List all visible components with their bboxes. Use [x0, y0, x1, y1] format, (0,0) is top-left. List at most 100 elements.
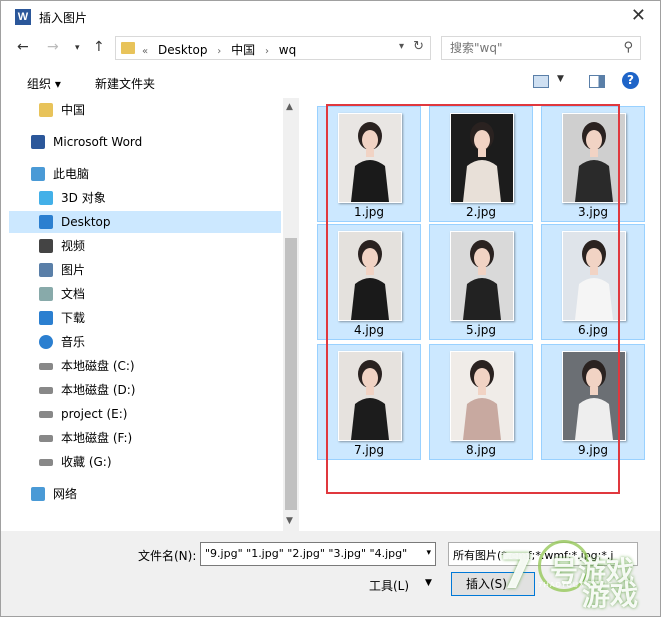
photo-thumbnail — [450, 351, 514, 441]
sidebar-item[interactable]: 下载 — [9, 307, 281, 329]
sidebar-item[interactable]: 中国 — [9, 99, 281, 121]
scrollbar-thumb[interactable] — [285, 238, 297, 510]
file-name: 3.jpg — [577, 205, 609, 219]
refresh-icon[interactable]: ↻ — [413, 39, 424, 54]
sidebar-item[interactable]: 网络 — [9, 483, 281, 505]
sidebar-item[interactable]: 视频 — [9, 235, 281, 257]
sidebar-item[interactable]: Microsoft Word — [9, 131, 281, 153]
portrait-figure — [351, 240, 389, 320]
preview-pane-icon[interactable] — [589, 75, 605, 88]
drive-icon — [39, 435, 53, 442]
view-dropdown-icon[interactable]: ▼ — [557, 74, 564, 84]
sidebar-item[interactable]: 图片 — [9, 259, 281, 281]
filename-field[interactable]: "9.jpg" "1.jpg" "2.jpg" "3.jpg" "4.jpg" … — [200, 542, 436, 566]
back-arrow-icon[interactable]: ← — [17, 39, 29, 55]
video-icon — [39, 239, 53, 253]
drive-icon — [39, 387, 53, 394]
scroll-down-icon[interactable]: ▼ — [286, 516, 293, 526]
sidebar-item-label: 文档 — [61, 287, 86, 301]
word-icon — [31, 135, 45, 149]
file-name: 8.jpg — [465, 443, 497, 457]
file-tile[interactable]: 7.jpg — [317, 344, 421, 460]
portrait-figure — [575, 360, 613, 440]
desktop-icon — [39, 215, 53, 229]
drive-icon — [39, 459, 53, 466]
sidebar-item[interactable]: 本地磁盘 (C:) — [9, 355, 281, 377]
sidebar-item[interactable]: 音乐 — [9, 331, 281, 353]
sidebar-item[interactable]: 本地磁盘 (D:) — [9, 379, 281, 401]
file-name: 5.jpg — [465, 323, 497, 337]
up-arrow-icon[interactable]: ↑ — [93, 39, 105, 55]
navigation-pane: 中国 Microsoft Word 此电脑 3D 对象 Desktop 视频图片文档下载音… — [9, 98, 299, 531]
file-tile[interactable]: 5.jpg — [429, 224, 533, 340]
photo-thumbnail — [338, 351, 402, 441]
chevron-right-icon[interactable]: › — [265, 46, 269, 57]
photo-thumbnail — [338, 113, 402, 203]
recent-locations-chevron-icon[interactable]: ▾ — [75, 43, 80, 53]
file-tile[interactable]: 4.jpg — [317, 224, 421, 340]
file-tile[interactable]: 8.jpg — [429, 344, 533, 460]
filename-dropdown-icon[interactable]: ▾ — [426, 548, 431, 558]
file-tile[interactable]: 6.jpg — [541, 224, 645, 340]
forward-arrow-icon[interactable]: → — [47, 39, 59, 55]
sidebar-item[interactable]: 3D 对象 — [9, 187, 281, 209]
new-folder-button[interactable]: 新建文件夹 — [95, 75, 155, 92]
photo-thumbnail — [450, 231, 514, 321]
file-tile[interactable]: 1.jpg — [317, 106, 421, 222]
scroll-up-icon[interactable]: ▲ — [286, 102, 293, 112]
sidebar-item-label: Desktop — [61, 215, 111, 229]
sidebar-item-label: 图片 — [61, 263, 86, 277]
file-tile[interactable]: 3.jpg — [541, 106, 645, 222]
pictures-icon — [39, 263, 53, 277]
filename-label: 文件名(N): — [138, 549, 197, 563]
site-watermark-logo: 7 号游戏 7HAOYOUXIWANG 游戏 — [500, 540, 650, 612]
downloads-icon — [39, 311, 53, 325]
tools-dropdown-icon[interactable]: ▼ — [425, 578, 432, 588]
help-icon[interactable]: ? — [622, 72, 639, 89]
file-name: 7.jpg — [353, 443, 385, 457]
file-tile[interactable]: 9.jpg — [541, 344, 645, 460]
address-dropdown-icon[interactable]: ▾ — [399, 41, 404, 52]
portrait-figure — [351, 360, 389, 440]
sidebar-item[interactable]: 收藏 (G:) — [9, 451, 281, 473]
sidebar-item-label: project (E:) — [61, 407, 128, 421]
overflow-chevron-icon[interactable]: « — [142, 46, 148, 57]
file-name: 9.jpg — [577, 443, 609, 457]
close-icon[interactable]: ✕ — [631, 6, 646, 26]
sidebar-item-label: 中国 — [61, 103, 86, 117]
sidebar-item-label: 音乐 — [61, 335, 86, 349]
sidebar-item-label: 下载 — [61, 311, 86, 325]
crumb-wq[interactable]: wq — [279, 43, 296, 57]
organize-menu-button[interactable]: 组织 ▾ — [27, 75, 61, 92]
crumb-desktop[interactable]: Desktop — [158, 43, 208, 57]
music-icon — [39, 335, 53, 349]
navigation-bar: ← → ▾ ↑ « Desktop › 中国 › wq ▾ ↻ ⚲ — [1, 34, 660, 64]
crumb-china[interactable]: 中国 — [231, 43, 255, 57]
tools-button[interactable]: 工具(L) — [369, 577, 409, 594]
documents-icon — [39, 287, 53, 301]
sidebar-item[interactable]: project (E:) — [9, 403, 281, 425]
sidebar-item-label: 3D 对象 — [61, 191, 106, 205]
sidebar-item-label: 本地磁盘 (C:) — [61, 359, 135, 373]
sidebar-item-label: 收藏 (G:) — [61, 455, 112, 469]
file-tile[interactable]: 2.jpg — [429, 106, 533, 222]
portrait-figure — [575, 122, 613, 202]
sidebar-item-label: 本地磁盘 (F:) — [61, 431, 133, 445]
address-bar[interactable]: « Desktop › 中国 › wq ▾ ↻ — [115, 36, 431, 60]
photo-thumbnail — [338, 231, 402, 321]
search-icon[interactable]: ⚲ — [623, 40, 633, 55]
search-box[interactable]: ⚲ — [441, 36, 641, 60]
portrait-figure — [351, 122, 389, 202]
file-name: 2.jpg — [465, 205, 497, 219]
network-icon — [31, 487, 45, 501]
sidebar-item[interactable]: 此电脑 — [9, 163, 281, 185]
file-name: 4.jpg — [353, 323, 385, 337]
sidebar-item[interactable]: 文档 — [9, 283, 281, 305]
navigation-scrollbar[interactable]: ▲ ▼ — [283, 98, 299, 531]
photo-thumbnail — [450, 113, 514, 203]
view-options-icon[interactable] — [533, 75, 549, 88]
sidebar-item[interactable]: Desktop — [9, 211, 281, 233]
chevron-right-icon[interactable]: › — [217, 46, 221, 57]
search-input[interactable] — [448, 40, 612, 56]
sidebar-item[interactable]: 本地磁盘 (F:) — [9, 427, 281, 449]
